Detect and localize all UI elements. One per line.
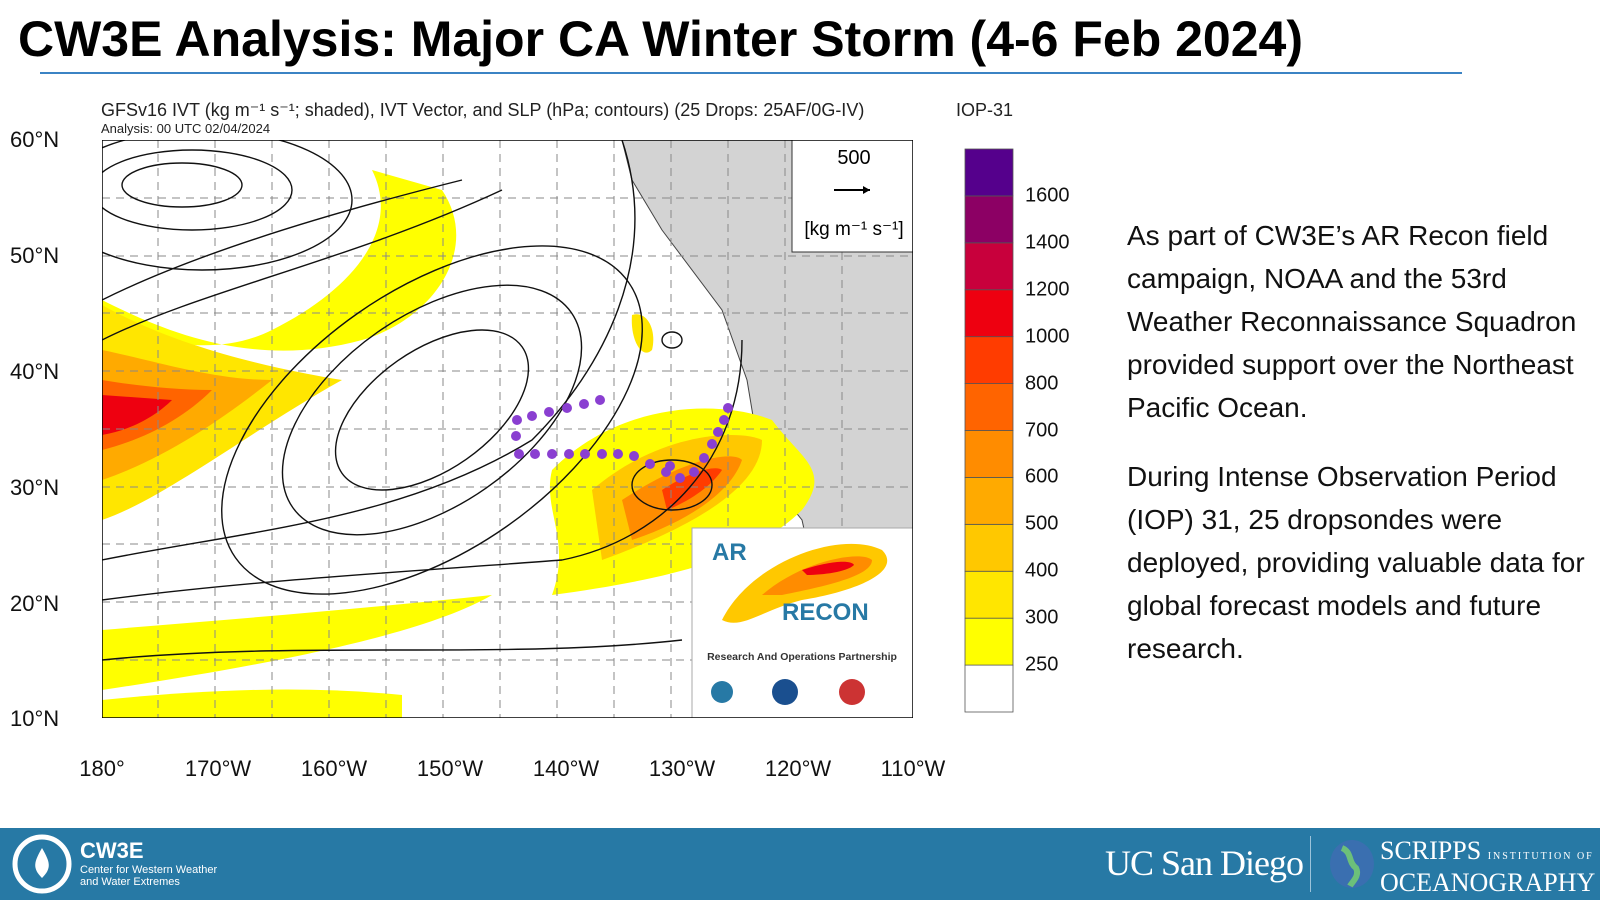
- colorbar-label: 250: [1025, 653, 1059, 676]
- scripps-logo: SCRIPPS INSTITUTION OF OCEANOGRAPHY: [1380, 838, 1595, 896]
- colorbar-swatch: [964, 148, 1014, 197]
- scripps-inst: INSTITUTION OF: [1487, 851, 1594, 862]
- paragraph-1: As part of CW3E’s AR Recon field campaig…: [1127, 220, 1577, 423]
- colorbar-swatch: [964, 289, 1014, 338]
- colorbar-label: 800: [1025, 372, 1059, 395]
- colorbar-swatch: [964, 336, 1014, 384]
- colorbar-label: 1600: [1025, 184, 1070, 207]
- lat-tick: 20°N: [10, 591, 60, 616]
- ar-recon-recon: RECON: [782, 599, 869, 626]
- cw3e-sub2: and Water Extremes: [80, 876, 180, 888]
- cw3e-name: CW3E: [80, 838, 144, 863]
- colorbar-label: 1400: [1025, 231, 1070, 254]
- lon-tick: 120°W: [764, 756, 832, 781]
- colorbar-swatch: [964, 523, 1014, 572]
- title-divider: [40, 72, 1462, 74]
- lon-tick: 180°: [79, 756, 125, 781]
- iop-label: IOP-31: [956, 100, 1014, 120]
- lon-tick: 170°W: [184, 756, 252, 781]
- cw3e-logo-icon: [12, 834, 72, 894]
- colorbar-swatch: [964, 430, 1014, 478]
- colorbar-swatch: [964, 570, 1014, 619]
- footer-bar: CW3E Center for Western Weather and Water…: [0, 828, 1600, 900]
- analysis-time: Analysis: 00 UTC 02/04/2024: [101, 121, 271, 136]
- ivt-map: 500 [kg m⁻¹ s⁻¹] AR RECON Research And O…: [102, 140, 913, 718]
- globe-icon: [1330, 840, 1374, 888]
- ar-recon-ar: AR: [712, 539, 747, 566]
- lon-tick: 150°W: [416, 756, 484, 781]
- colorbar-label: 500: [1025, 512, 1059, 535]
- colorbar-swatch: [964, 195, 1014, 244]
- lon-tick: 160°W: [300, 756, 368, 781]
- colorbar-swatch: [964, 383, 1014, 431]
- colorbar-label: 700: [1025, 419, 1059, 441]
- colorbar-label: 1200: [1025, 278, 1070, 301]
- colorbar-label: 300: [1025, 606, 1059, 629]
- cw3e-sub1: Center for Western Weather: [80, 864, 218, 876]
- slide-title: CW3E Analysis: Major CA Winter Storm (4-…: [18, 11, 1304, 67]
- colorbar-label: 400: [1025, 559, 1059, 582]
- ucsd-logo: UC San Diego: [1105, 843, 1304, 883]
- colorbar-swatch: [964, 242, 1014, 291]
- colorbar-label: 600: [1025, 465, 1059, 488]
- colorbar: [964, 148, 1014, 713]
- lat-tick: 60°N: [10, 127, 60, 152]
- scripps-line1: SCRIPPS: [1380, 836, 1482, 865]
- scripps-line2: OCEANOGRAPHY: [1380, 868, 1596, 897]
- lat-tick: 40°N: [10, 359, 60, 384]
- cw3e-subtitle: Center for Western Weather and Water Extr…: [80, 864, 217, 888]
- map-header: GFSv16 IVT (kg m⁻¹ s⁻¹; shaded), IVT Vec…: [101, 100, 865, 120]
- lon-tick: 130°W: [648, 756, 716, 781]
- lat-tick: 50°N: [10, 243, 60, 268]
- vector-legend-value: 500: [837, 147, 870, 169]
- paragraph-2: During Intense Observation Period (IOP) …: [1127, 461, 1585, 664]
- colorbar-swatch: [964, 477, 1014, 525]
- vector-legend-units: [kg m⁻¹ s⁻¹]: [804, 219, 903, 240]
- colorbar-label: 1000: [1025, 325, 1070, 348]
- lat-tick: 10°N: [10, 706, 60, 731]
- lon-tick: 140°W: [532, 756, 600, 781]
- logo-divider: [1310, 836, 1311, 892]
- colorbar-swatch: [964, 664, 1014, 713]
- lon-tick: 110°W: [880, 756, 946, 781]
- colorbar-swatch: [964, 617, 1014, 666]
- ar-recon-tagline: Research And Operations Partnership: [707, 651, 897, 663]
- lat-tick: 30°N: [10, 475, 60, 500]
